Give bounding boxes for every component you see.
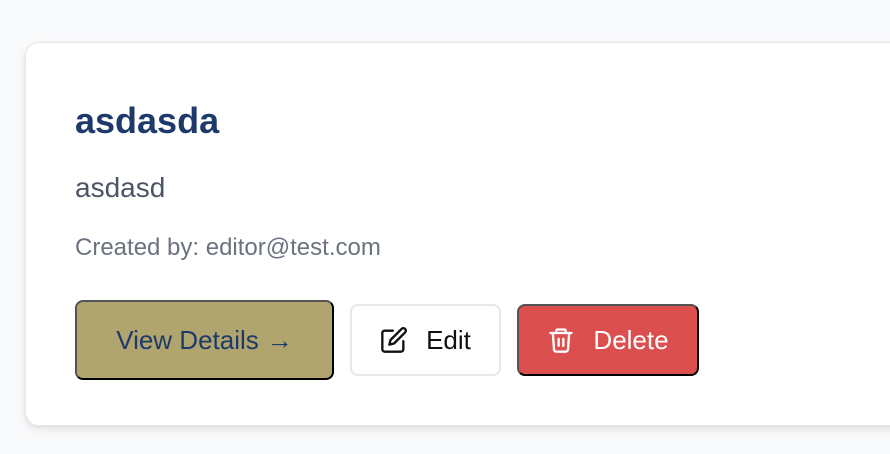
edit-icon — [380, 326, 408, 354]
trash-icon — [547, 326, 575, 354]
delete-label: Delete — [593, 324, 669, 355]
card-description: asdasd — [75, 172, 166, 203]
view-details-label: View Details — [116, 324, 259, 355]
edit-button[interactable]: Edit — [350, 304, 501, 376]
card-title: asdasda — [75, 100, 220, 141]
arrow-right-icon: → — [266, 324, 293, 355]
edit-label: Edit — [426, 324, 471, 355]
created-by-text: Created by: editor@test.com — [75, 234, 381, 261]
item-card: asdasda asdasd Created by: editor@test.c… — [25, 42, 890, 426]
delete-button[interactable]: Delete — [517, 304, 699, 376]
view-details-button[interactable]: View Details → — [75, 300, 334, 380]
